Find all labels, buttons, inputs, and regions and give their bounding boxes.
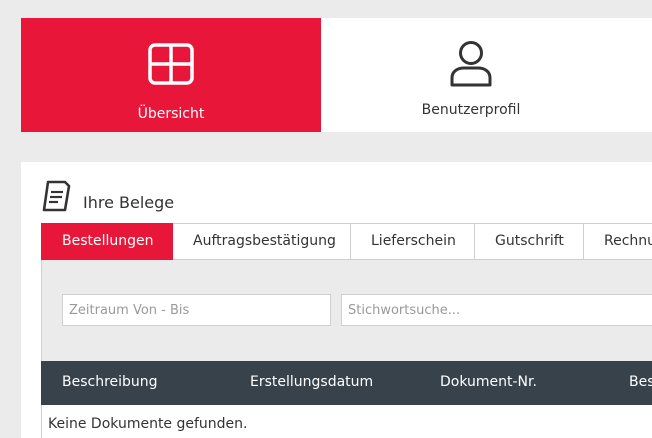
tab-orders[interactable]: Bestellungen: [41, 223, 173, 260]
keyword-search-input[interactable]: [341, 294, 652, 326]
column-header-document-number[interactable]: Dokument-Nr.: [440, 374, 537, 390]
column-header-truncated[interactable]: Bes: [629, 374, 652, 390]
column-header-description[interactable]: Beschreibung: [62, 374, 158, 390]
nav-tile-overview[interactable]: Übersicht: [21, 18, 321, 132]
grid-icon: [148, 42, 194, 86]
tab-delivery-note[interactable]: Lieferschein: [351, 223, 475, 260]
filter-bar: [41, 260, 652, 361]
date-range-input[interactable]: [62, 294, 331, 326]
column-header-created-date[interactable]: Erstellungsdatum: [250, 374, 373, 390]
top-navigation: Übersicht Benutzerprofil: [21, 18, 652, 132]
nav-tile-label: Übersicht: [137, 106, 205, 122]
user-icon: [449, 41, 493, 87]
panel-header: Ihre Belege: [41, 180, 175, 216]
nav-tile-label: Benutzerprofil: [421, 102, 521, 118]
nav-tile-user-profile[interactable]: Benutzerprofil: [321, 18, 621, 132]
empty-state-row: Keine Dokumente gefunden.: [41, 405, 652, 438]
tab-credit-note[interactable]: Gutschrift: [475, 223, 584, 260]
tab-invoice[interactable]: Rechnu: [584, 223, 652, 260]
panel-title: Ihre Belege: [83, 192, 175, 212]
empty-message: Keine Dokumente gefunden.: [48, 416, 248, 432]
document-icon: [41, 180, 71, 216]
tab-order-confirmation[interactable]: Auftragsbestätigung: [173, 223, 351, 260]
document-tabs: Bestellungen Auftragsbestätigung Liefers…: [41, 223, 652, 260]
table-header: Beschreibung Erstellungsdatum Dokument-N…: [41, 361, 652, 405]
documents-panel: Ihre Belege Bestellungen Auftragsbestäti…: [21, 162, 652, 438]
